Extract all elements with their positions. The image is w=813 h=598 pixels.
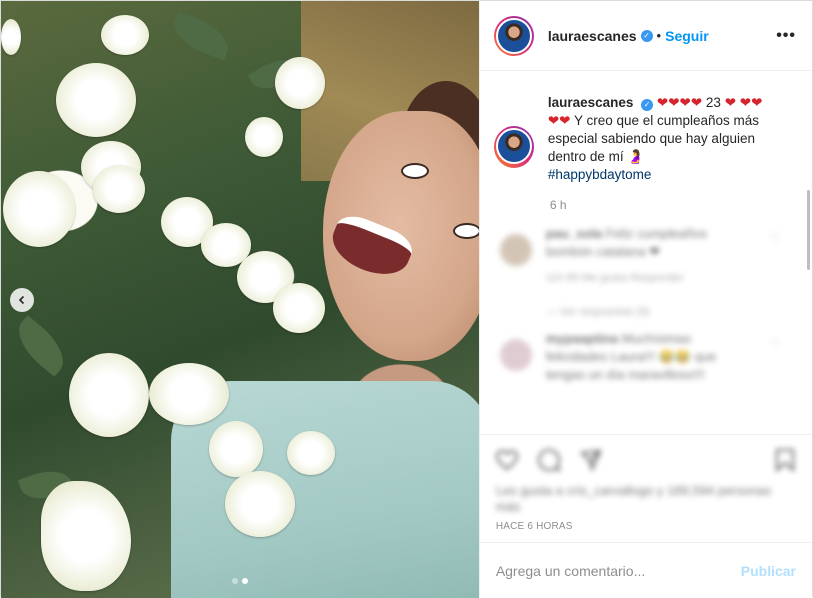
photo-eye xyxy=(401,163,429,179)
caption-hearts: ❤❤❤❤ xyxy=(656,95,703,110)
comment-replies[interactable]: — Ver respuestas (8) xyxy=(546,306,650,318)
caption-username[interactable]: lauraescanes xyxy=(548,95,634,110)
photo-flower xyxy=(275,57,325,109)
comment-icon[interactable] xyxy=(536,447,562,473)
verified-badge-icon: ✓ xyxy=(641,99,654,111)
follow-button[interactable]: Seguir xyxy=(665,28,709,44)
avatar[interactable] xyxy=(493,15,534,56)
chevron-left-icon xyxy=(17,293,27,308)
photo-flower xyxy=(273,283,325,333)
avatar-image xyxy=(495,17,532,54)
photo-flower xyxy=(101,15,149,55)
photo-flower xyxy=(245,117,283,157)
photo-flower xyxy=(41,481,131,591)
caption-hashtag[interactable]: #happybdaytome xyxy=(548,167,652,182)
photo-flower xyxy=(209,421,263,477)
add-comment-bar: Publicar xyxy=(479,542,812,598)
comments-area[interactable]: lauraescanes ✓ ❤❤❤❤ 23 ❤ ❤❤❤❤ Y creo que… xyxy=(480,72,812,434)
comment-user: pau_sola Feliz cumpleaños xyxy=(545,226,707,241)
photo-flower xyxy=(56,63,136,137)
header-separator: • xyxy=(656,28,662,43)
post-actions xyxy=(479,434,812,484)
caption-text: lauraescanes ✓ ❤❤❤❤ 23 ❤ ❤❤❤❤ Y creo que… xyxy=(548,94,773,184)
comment-meta: tengas un día maravilloso!!! xyxy=(545,367,705,382)
comment-avatar xyxy=(499,339,532,371)
post-timestamp: HACE 6 HORAS xyxy=(495,521,573,532)
caption-time: 6 h xyxy=(549,198,567,212)
post-header: lauraescanes ✓ • Seguir ••• xyxy=(479,1,812,71)
comments-scrollbar[interactable] xyxy=(807,190,810,270)
verified-badge-icon: ✓ xyxy=(640,29,653,42)
comment-avatar xyxy=(499,234,532,266)
bookmark-icon[interactable] xyxy=(772,447,798,473)
photo-eye xyxy=(453,223,479,239)
caption-emoji: 🤰 xyxy=(627,149,645,164)
caption-hearts: ❤ xyxy=(724,95,737,110)
photo-flower xyxy=(69,353,149,437)
instagram-post: lauraescanes ✓ • Seguir ••• lauraescanes… xyxy=(0,0,813,598)
photo-flower xyxy=(1,19,21,55)
carousel-indicator xyxy=(1,578,479,584)
caption-age: 23 xyxy=(705,95,721,110)
post-side-panel: lauraescanes ✓ • Seguir ••• lauraescanes… xyxy=(478,1,812,598)
caption-avatar[interactable] xyxy=(493,126,534,168)
more-icon[interactable]: ••• xyxy=(776,27,796,45)
photo-flower xyxy=(3,171,75,247)
comment-input[interactable] xyxy=(495,562,741,579)
comment-item: mypaaptina Muchísimas felicidades Laura!… xyxy=(494,331,796,401)
likes-summary[interactable]: Les gusta a cris_carvallogo y 189,594 pe… xyxy=(496,483,796,515)
comment-like-icon[interactable]: ♡ xyxy=(770,232,780,245)
photo-flower xyxy=(149,363,229,425)
carousel-prev-button[interactable] xyxy=(10,288,34,312)
photo-flower xyxy=(287,431,335,475)
comment-text: felicidades Laura!!! 😂😂 que xyxy=(545,349,717,364)
photo-leaf xyxy=(8,315,74,377)
post-caption: lauraescanes ✓ ❤❤❤❤ 23 ❤ ❤❤❤❤ Y creo que… xyxy=(480,72,812,184)
photo-flower xyxy=(225,471,295,537)
carousel-dot-active xyxy=(241,578,248,584)
carousel-dot xyxy=(231,578,238,584)
share-icon[interactable] xyxy=(578,447,604,473)
comment-item: pau_sola Feliz cumpleaños bombón catalan… xyxy=(494,226,796,331)
comment-like-icon[interactable]: ♡ xyxy=(770,337,780,350)
heart-icon[interactable] xyxy=(494,447,520,473)
comment-meta: 11h 89 Me gusta Responder xyxy=(545,272,684,284)
comment-text: bombón catalana ❤ xyxy=(545,244,661,259)
photo-leaf xyxy=(167,11,235,61)
header-username[interactable]: lauraescanes xyxy=(548,28,637,44)
comment-user: mypaaptina Muchísimas xyxy=(545,331,692,346)
caption-body: Y creo que el cumpleaños más especial sa… xyxy=(547,113,760,164)
post-photo[interactable] xyxy=(1,1,479,598)
avatar-image xyxy=(495,128,532,164)
publish-button[interactable]: Publicar xyxy=(741,563,796,579)
photo-flower xyxy=(93,165,145,213)
